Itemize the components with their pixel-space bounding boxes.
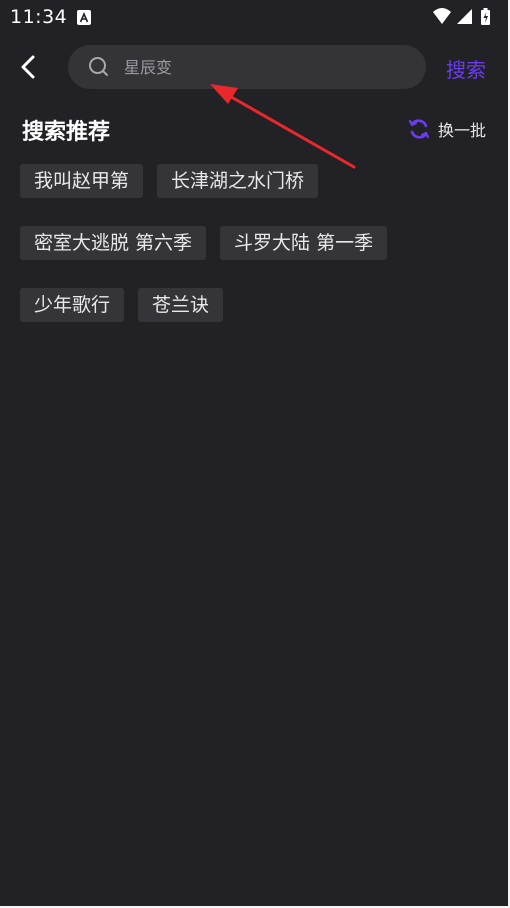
signal-icon — [457, 9, 472, 24]
status-icons — [432, 6, 498, 28]
status-bar: 11:34 — [0, 0, 508, 36]
section-title: 搜索推荐 — [22, 120, 111, 145]
battery-icon — [481, 8, 490, 25]
recommendation-tags: 我叫赵甲第 长津湖之水门桥 密室大逃脱 第六季 斗罗大陆 第一季 少年歌行 苍兰… — [20, 164, 490, 322]
search-page: 11:34 星辰变 搜索 搜索推荐 换一批 我叫赵甲第 长津湖之水门桥 密室大逃… — [0, 0, 510, 908]
refresh-button[interactable]: 换一批 — [408, 116, 486, 142]
tag-item[interactable]: 斗罗大陆 第一季 — [220, 226, 388, 260]
tag-item[interactable]: 苍兰诀 — [138, 288, 224, 322]
back-button[interactable] — [12, 50, 46, 84]
search-button[interactable]: 搜索 — [446, 54, 486, 83]
app-notification-icon — [77, 10, 91, 25]
annotation-arrow — [210, 84, 356, 169]
wifi-icon — [433, 8, 451, 24]
status-time: 11:34 — [10, 6, 68, 28]
chevron-left-icon — [21, 55, 35, 79]
tag-item[interactable]: 我叫赵甲第 — [20, 164, 144, 198]
tag-item[interactable]: 密室大逃脱 第六季 — [20, 226, 207, 260]
refresh-label: 换一批 — [438, 121, 487, 140]
refresh-icon — [408, 119, 430, 139]
tag-item[interactable]: 少年歌行 — [20, 288, 125, 322]
search-icon — [88, 56, 110, 78]
